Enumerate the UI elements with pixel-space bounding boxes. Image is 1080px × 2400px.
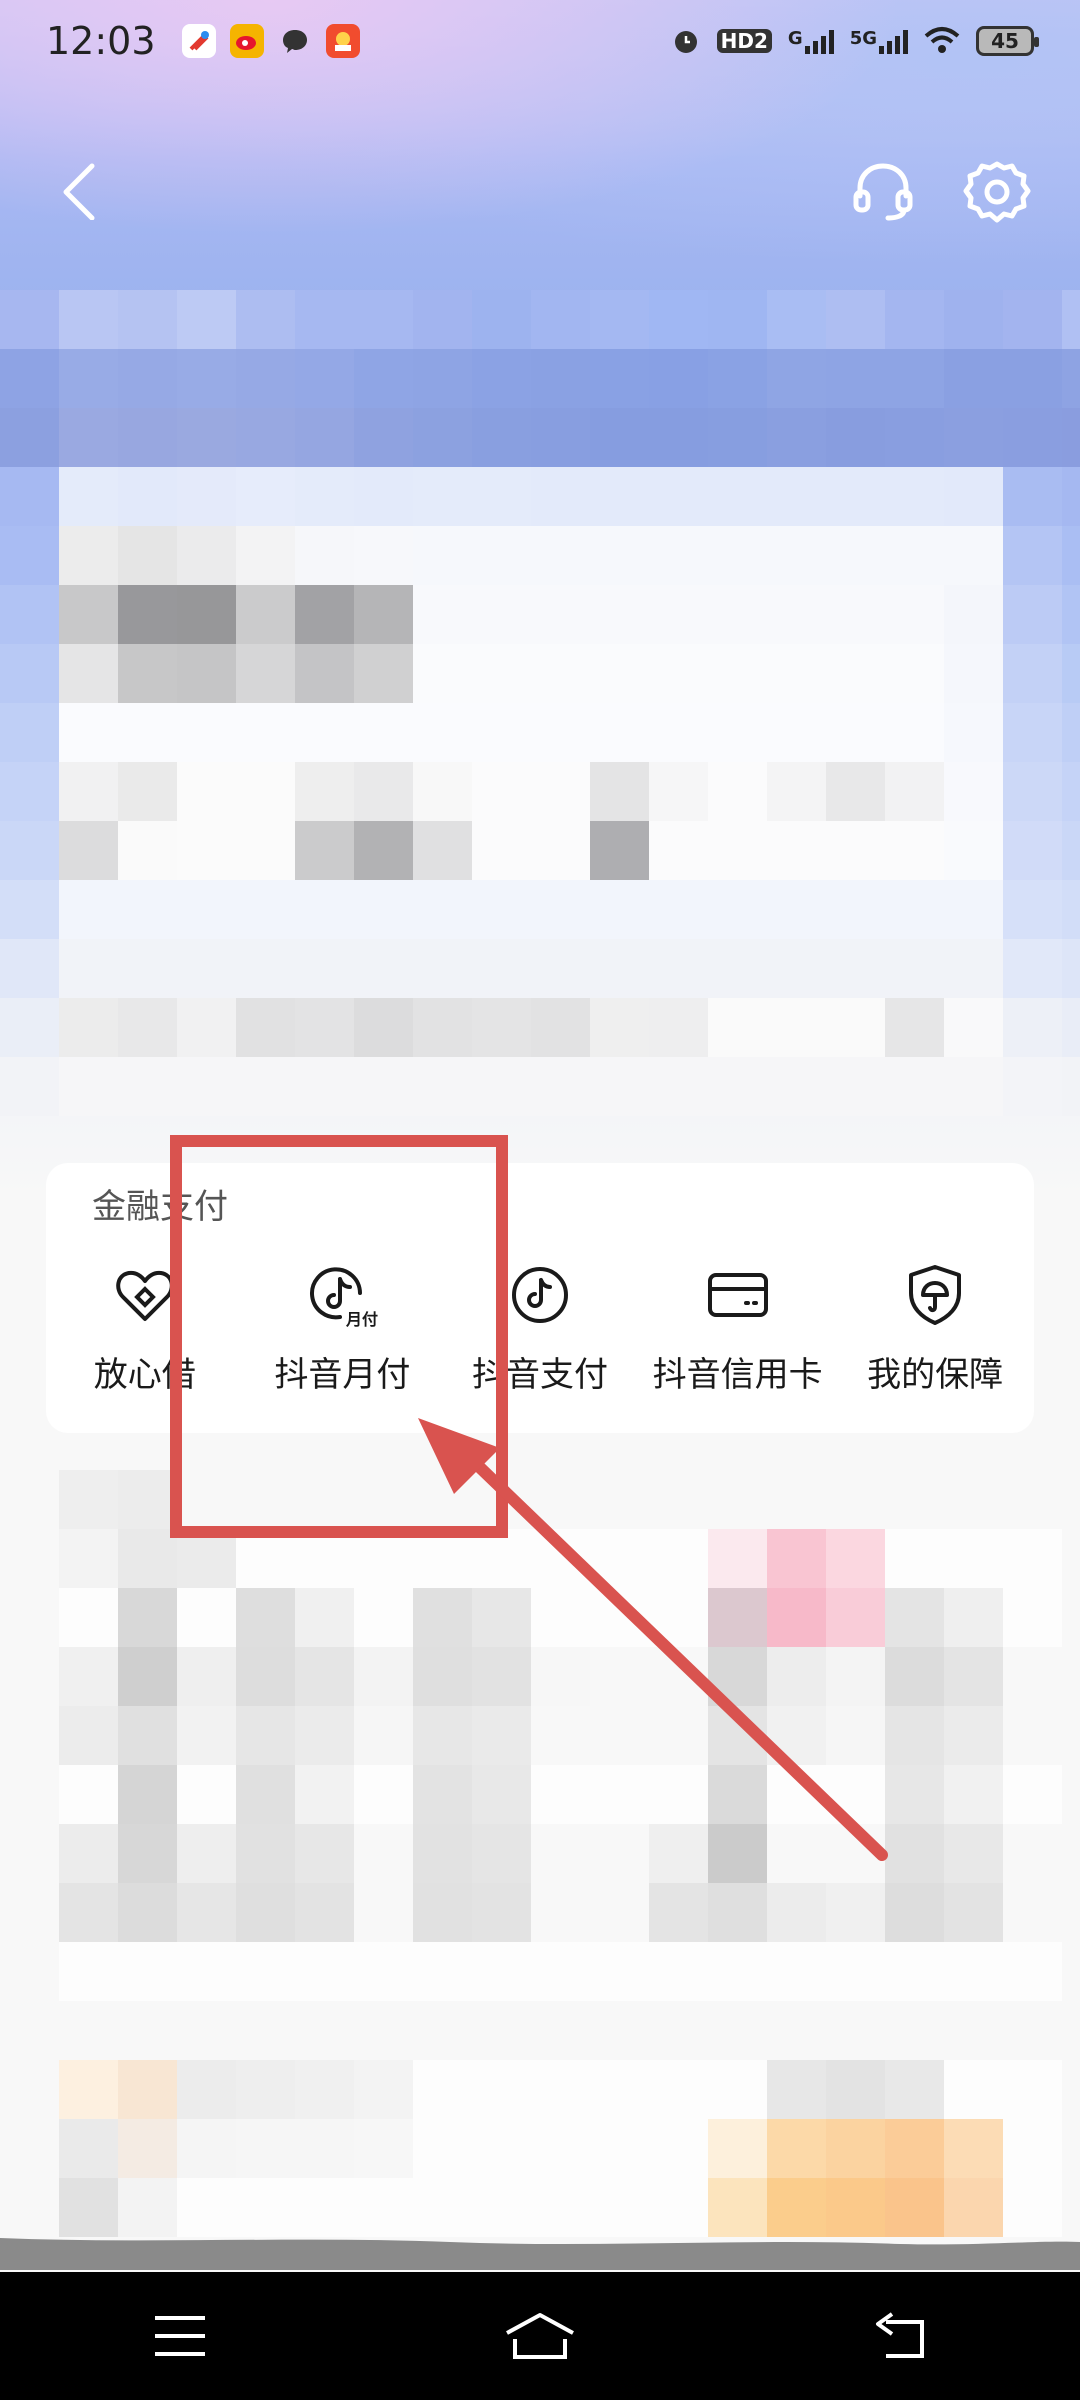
finance-item-douyin-monthly-pay[interactable]: 月付 抖音月付 [244, 1263, 442, 1396]
finance-item-label: 放心借 [93, 1355, 196, 1395]
top-nav [0, 150, 1080, 240]
home-icon [506, 2313, 574, 2359]
svg-text:月付: 月付 [345, 1310, 378, 1327]
douyin-pay-icon [511, 1267, 568, 1323]
douyin-monthly-pay-icon: 月付 [310, 1267, 378, 1327]
menu-icon [155, 2316, 205, 2356]
pixelated-content-bottom [0, 1470, 1080, 2237]
back-button[interactable] [52, 160, 112, 221]
credit-card-icon [707, 1273, 768, 1317]
finance-item-label: 抖音信用卡 [652, 1355, 823, 1395]
finance-item-label: 抖音月付 [274, 1355, 411, 1395]
system-indicators: HD2 G 5G 45 [671, 26, 1039, 56]
wifi-icon [924, 27, 960, 53]
headset-icon [853, 163, 913, 221]
gear-icon [963, 161, 1031, 223]
finance-item-label: 我的保障 [867, 1355, 1004, 1395]
page: 12:03 HD2 G 5G 45 金融支付 放心借 月付 抖音月付 抖音支付 … [0, 0, 1080, 2400]
notification-icons [181, 24, 360, 58]
heart-coin-icon [116, 1270, 174, 1321]
menu-button[interactable] [140, 2301, 220, 2371]
hd-badge: HD2 [716, 29, 772, 53]
signal-strength-1: G [788, 28, 834, 54]
finance-payment-card: 金融支付 放心借 月付 抖音月付 抖音支付 抖音信用卡 我的保障 [46, 1163, 1034, 1433]
message-icon [278, 24, 312, 58]
finance-item-douyin-pay[interactable]: 抖音支付 [441, 1263, 639, 1396]
alarm-icon [674, 31, 697, 53]
weibo-icon [229, 24, 264, 58]
torn-edge-decoration [0, 2238, 1080, 2270]
browser-app-icon [181, 24, 216, 58]
signal-strength-2: 5G [850, 28, 908, 54]
system-navigation-bar [0, 2272, 1080, 2400]
finance-item-label: 抖音支付 [471, 1355, 608, 1395]
pixelated-content-top [0, 290, 1080, 1116]
customer-service-button[interactable] [850, 158, 916, 224]
back-nav-button[interactable] [860, 2301, 940, 2371]
battery-indicator: 45 [976, 26, 1039, 56]
return-icon [876, 2312, 924, 2358]
finance-item-fangxinjie[interactable]: 放心借 [46, 1263, 244, 1396]
settings-button[interactable] [962, 158, 1032, 228]
home-button[interactable] [500, 2301, 580, 2371]
finance-items: 放心借 月付 抖音月付 抖音支付 抖音信用卡 我的保障 [46, 1263, 1034, 1396]
status-bar: 12:03 HD2 G 5G 45 [0, 0, 1080, 82]
status-time: 12:03 [46, 19, 156, 63]
finance-section-title: 金融支付 [92, 1187, 228, 1227]
finance-item-douyin-credit-card[interactable]: 抖音信用卡 [639, 1263, 837, 1396]
shopping-app-icon [325, 24, 360, 58]
chevron-left-icon [63, 163, 95, 221]
shield-umbrella-icon [909, 1265, 962, 1325]
finance-item-my-protection[interactable]: 我的保障 [836, 1263, 1034, 1396]
